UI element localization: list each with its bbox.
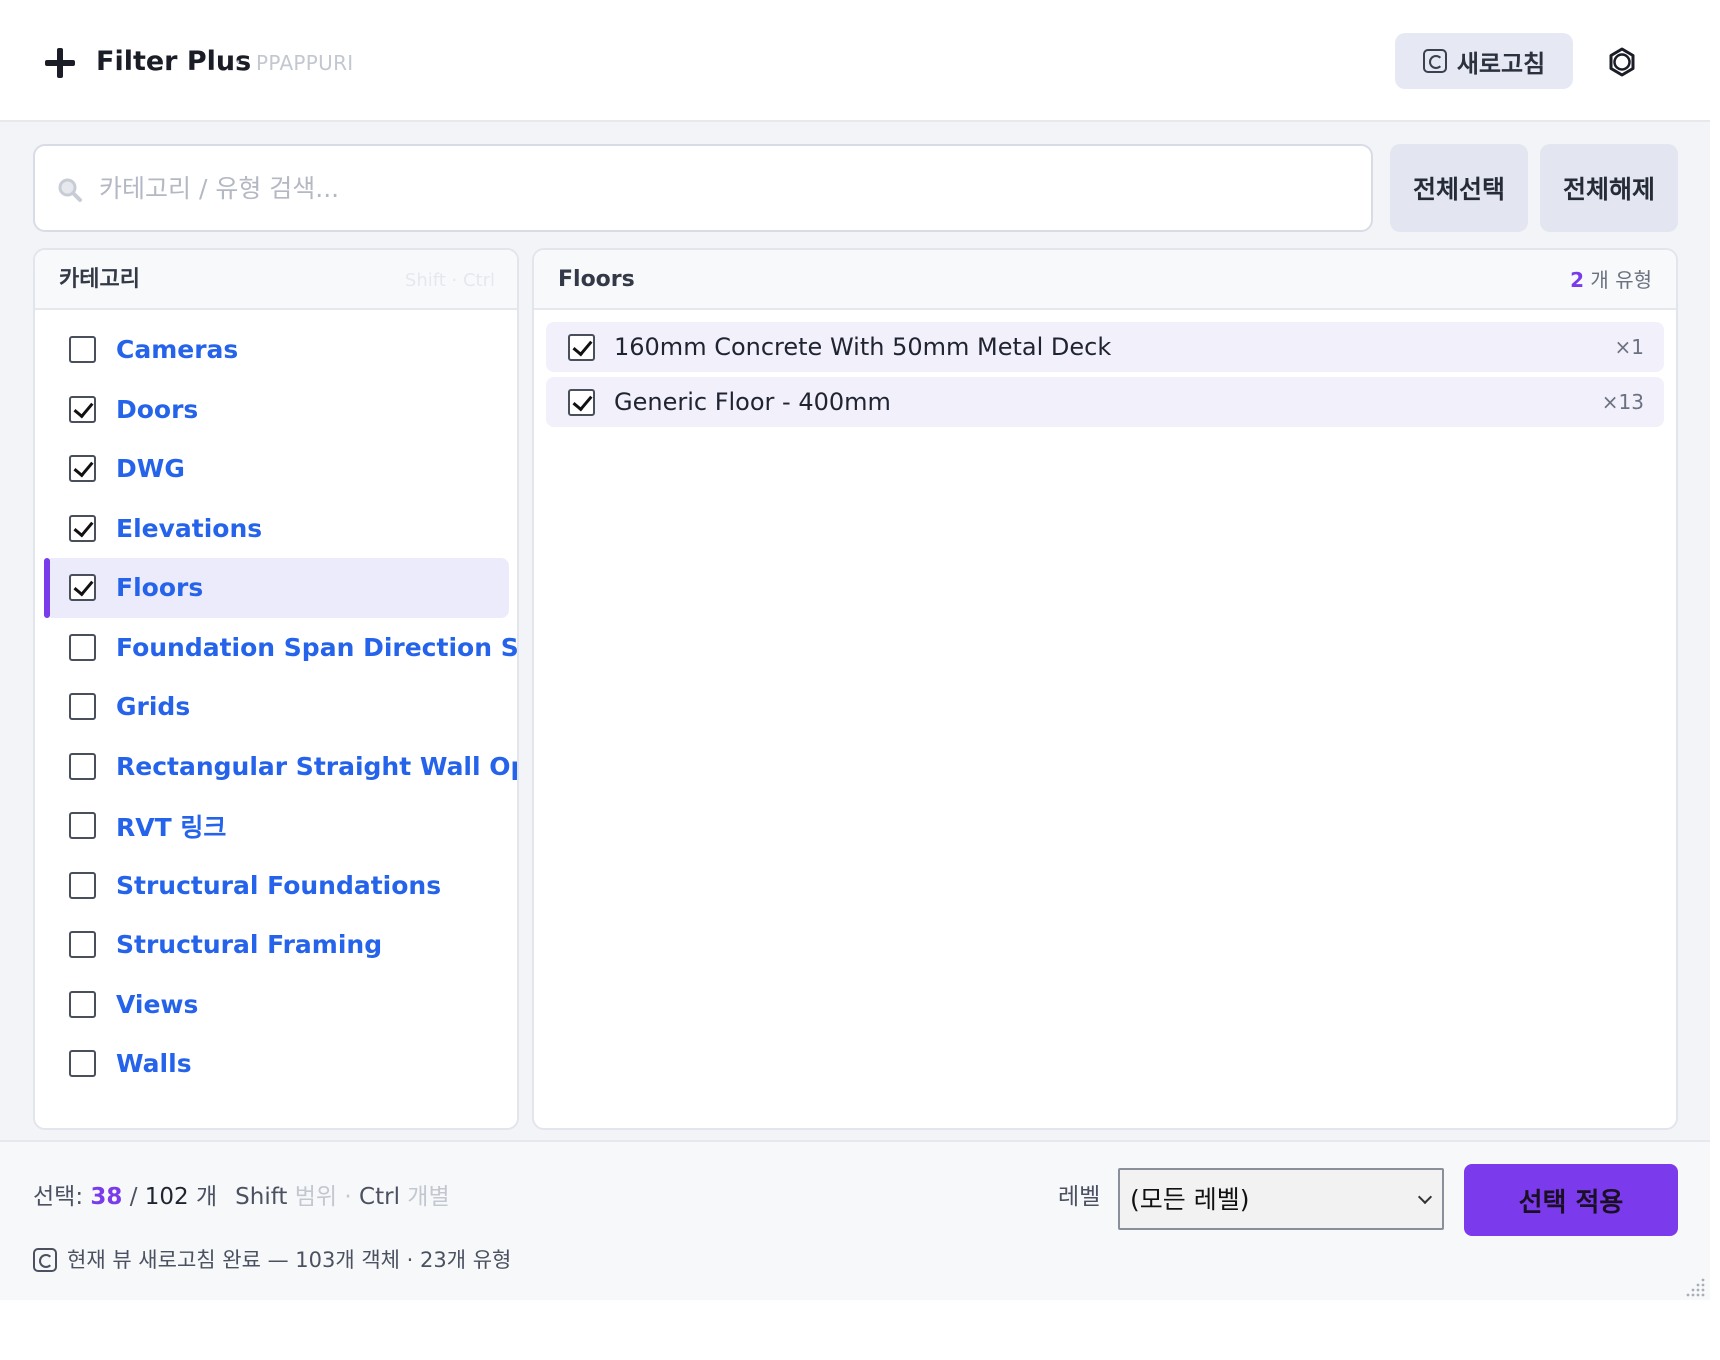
ctrl-key-hint: Ctrl: [359, 1184, 400, 1210]
selection-unit: 개: [188, 1184, 218, 1210]
type-item[interactable]: Generic Floor - 400mm ×13: [546, 377, 1664, 427]
apply-selection-button[interactable]: 선택 적용: [1464, 1164, 1678, 1236]
category-item[interactable]: Floors: [44, 558, 509, 618]
type-checkbox[interactable]: [568, 333, 595, 361]
category-panel-header: 카테고리 Shift · Ctrl: [35, 250, 517, 310]
refresh-icon: [1422, 49, 1447, 73]
type-count-suffix: 개 유형: [1584, 268, 1652, 292]
category-item[interactable]: Walls: [45, 1034, 509, 1094]
category-checkbox[interactable]: [69, 514, 96, 542]
plus-icon: [44, 47, 76, 79]
category-item[interactable]: Views: [45, 975, 509, 1035]
category-modifier-hint: Shift · Ctrl: [404, 270, 495, 291]
shift-key-desc: 범위 ·: [287, 1184, 360, 1210]
category-label[interactable]: Structural Foundations: [116, 871, 441, 900]
category-checkbox[interactable]: [69, 752, 96, 780]
settings-icon[interactable]: [1607, 47, 1637, 77]
level-label: 레벨: [1058, 1184, 1101, 1210]
search-icon: [58, 178, 82, 202]
category-checkbox[interactable]: [69, 812, 96, 840]
category-item[interactable]: Foundation Span Direction S...: [45, 618, 517, 678]
total-count: 102: [144, 1184, 189, 1210]
category-label[interactable]: Walls: [116, 1049, 192, 1078]
type-panel: Floors 2 개 유형 160mm Concrete With 50mm M…: [532, 248, 1678, 1130]
type-checkbox[interactable]: [568, 388, 595, 416]
chevron-down-icon: [1417, 1189, 1433, 1205]
category-item[interactable]: Elevations: [45, 499, 509, 559]
type-item[interactable]: 160mm Concrete With 50mm Metal Deck ×1: [546, 322, 1664, 372]
category-label[interactable]: Floors: [116, 573, 203, 602]
category-item[interactable]: Structural Framing: [45, 915, 509, 975]
type-panel-title: Floors: [558, 267, 635, 292]
main-area: 전체선택 전체해제 카테고리 Shift · Ctrl Cameras Doors…: [0, 122, 1710, 1140]
category-item[interactable]: DWG: [45, 439, 509, 499]
type-instance-count: ×1: [1614, 335, 1644, 359]
title-separator: ·: [235, 50, 242, 74]
category-label[interactable]: Views: [116, 990, 198, 1019]
category-list: Cameras Doors DWG Elevations Floors Foundatio…: [44, 320, 517, 1094]
type-count-number: 2: [1570, 268, 1585, 292]
category-checkbox[interactable]: [69, 455, 96, 483]
category-panel-title: 카테고리: [59, 267, 140, 292]
selection-slash: /: [122, 1184, 145, 1210]
category-item[interactable]: Cameras: [45, 320, 509, 380]
category-label[interactable]: Elevations: [116, 514, 262, 543]
search-box[interactable]: [33, 144, 1373, 232]
refresh-button[interactable]: 새로고침: [1395, 33, 1573, 89]
type-list: 160mm Concrete With 50mm Metal Deck ×1 Gen…: [546, 322, 1664, 432]
search-input[interactable]: [99, 162, 1349, 214]
category-item[interactable]: Structural Foundations: [45, 856, 509, 916]
category-checkbox[interactable]: [69, 871, 96, 899]
app-header: Filter Plus · PPAPPURI 새로고침: [0, 0, 1710, 122]
level-select[interactable]: (모든 레벨): [1118, 1168, 1444, 1230]
type-count: 2 개 유형: [1570, 266, 1652, 294]
category-item[interactable]: Grids: [45, 677, 509, 737]
type-label: Generic Floor - 400mm: [614, 388, 891, 416]
category-panel: 카테고리 Shift · Ctrl Cameras Doors DWG Elevati…: [33, 248, 519, 1130]
selection-prefix: 선택:: [33, 1184, 91, 1210]
refresh-icon: [33, 1248, 57, 1272]
category-label[interactable]: Foundation Span Direction S...: [116, 633, 517, 662]
select-all-button[interactable]: 전체선택: [1390, 144, 1528, 232]
category-label[interactable]: Grids: [116, 692, 190, 721]
level-select-value: (모든 레벨): [1130, 1185, 1250, 1214]
app-title: Filter Plus: [96, 46, 252, 77]
selected-count: 38: [90, 1184, 123, 1210]
refresh-button-label: 새로고침: [1456, 49, 1546, 78]
category-item[interactable]: Doors: [45, 380, 509, 440]
category-label[interactable]: DWG: [116, 454, 185, 483]
category-item[interactable]: Rectangular Straight Wall Op...: [45, 737, 517, 797]
app-subtitle: PPAPPURI: [256, 51, 354, 75]
category-checkbox[interactable]: [69, 395, 96, 423]
deselect-all-button[interactable]: 전체해제: [1540, 144, 1678, 232]
category-checkbox[interactable]: [69, 693, 96, 721]
type-instance-count: ×13: [1601, 390, 1644, 414]
status-text: 현재 뷰 새로고침 완료 — 103개 객체 · 23개 유형: [67, 1248, 512, 1272]
category-checkbox[interactable]: [69, 633, 96, 661]
category-label[interactable]: Cameras: [116, 335, 238, 364]
type-label: 160mm Concrete With 50mm Metal Deck: [614, 333, 1112, 361]
footer-bar: 선택: 38 / 102 개 Shift 범위 · Ctrl 개별 레벨 (모든 …: [0, 1140, 1710, 1300]
category-checkbox[interactable]: [69, 336, 96, 364]
category-label[interactable]: Structural Framing: [116, 930, 382, 959]
category-checkbox[interactable]: [69, 1050, 96, 1078]
status-message: 현재 뷰 새로고침 완료 — 103개 객체 · 23개 유형: [33, 1244, 511, 1276]
category-checkbox[interactable]: [69, 931, 96, 959]
resize-grip-icon[interactable]: [1684, 1276, 1706, 1298]
shift-key-hint: Shift: [235, 1184, 288, 1210]
selection-summary: 선택: 38 / 102 개 Shift 범위 · Ctrl 개별: [33, 1180, 450, 1214]
category-label[interactable]: Rectangular Straight Wall Op...: [116, 752, 517, 781]
category-item[interactable]: RVT 링크: [45, 796, 509, 856]
ctrl-key-desc: 개별: [399, 1184, 450, 1210]
category-label[interactable]: RVT 링크: [116, 808, 226, 844]
type-panel-header: Floors 2 개 유형: [534, 250, 1676, 310]
category-label[interactable]: Doors: [116, 395, 198, 424]
category-checkbox[interactable]: [69, 990, 96, 1018]
category-checkbox[interactable]: [69, 574, 96, 602]
